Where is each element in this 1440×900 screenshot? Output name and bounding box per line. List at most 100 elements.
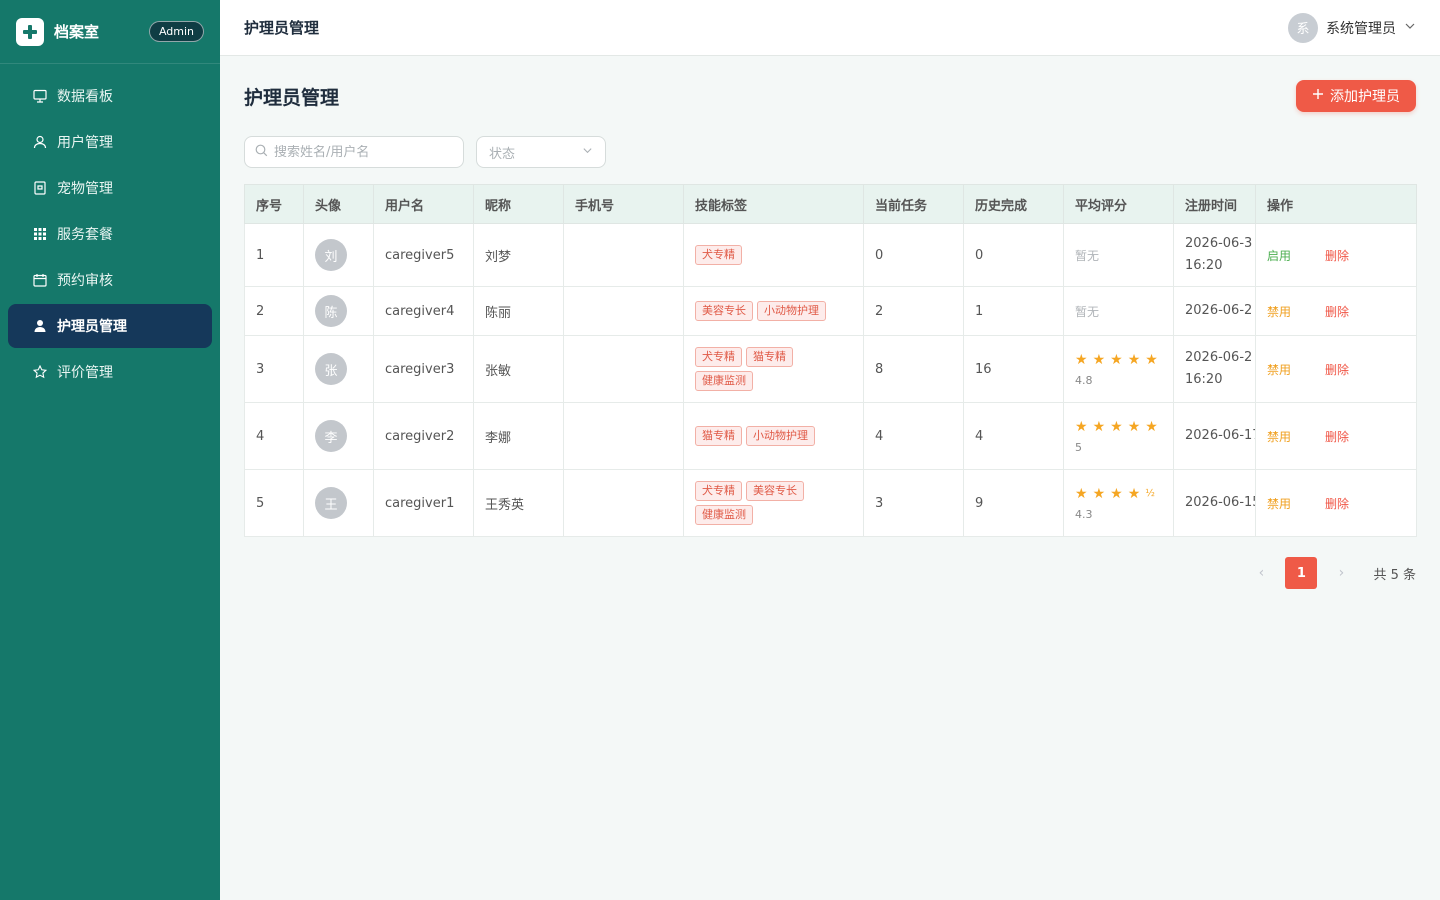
disable-button[interactable]: 禁用 xyxy=(1267,305,1291,319)
delete-button[interactable]: 删除 xyxy=(1325,430,1349,444)
sidebar-item-label: 评价管理 xyxy=(57,365,113,381)
add-caregiver-button[interactable]: 添加护理员 xyxy=(1296,80,1416,112)
brand-name: 档案室 xyxy=(54,23,100,41)
star-icon: ★ xyxy=(1127,351,1141,368)
column-header: 历史完成 xyxy=(963,184,1064,224)
avatar-cell: 张 xyxy=(303,335,374,403)
row-index: 5 xyxy=(244,469,304,537)
avatar-cell: 刘 xyxy=(303,223,374,287)
plus-icon xyxy=(1312,88,1324,104)
register-time: 16:20 xyxy=(1185,258,1223,273)
rating-cell: 暂无 xyxy=(1063,286,1174,336)
completed-cell: 1 xyxy=(963,286,1064,336)
sidebar-item-caregivers[interactable]: 护理员管理 xyxy=(8,304,212,348)
sidebar-item-packages[interactable]: 服务套餐 xyxy=(8,212,212,256)
rating-stars: ★ ★ ★ ★ ★ xyxy=(1075,352,1162,368)
skill-tag: 猫专精 xyxy=(746,347,793,367)
filter-bar: 状态 xyxy=(244,136,1416,168)
nickname-cell: 张敏 xyxy=(473,335,564,403)
sidebar: 档案室 Admin 数据看板 用户管理 宠物管理 服务套餐 预约审核 护理员管理 xyxy=(0,0,220,900)
actions-cell: 启用 删除 xyxy=(1255,223,1417,287)
skill-tags-cell: 美容专长 小动物护理 xyxy=(683,286,864,336)
calendar-icon xyxy=(32,272,48,288)
phone-cell xyxy=(563,402,684,470)
star-icon: ★ xyxy=(1092,351,1106,368)
username-cell: caregiver2 xyxy=(373,402,474,470)
sidebar-item-label: 服务套餐 xyxy=(57,227,113,243)
avatar: 李 xyxy=(315,420,347,452)
star-icon: ★ xyxy=(1110,485,1123,502)
sidebar-item-dashboard[interactable]: 数据看板 xyxy=(8,74,212,118)
status-select[interactable]: 状态 xyxy=(476,136,606,168)
rating-score: 4.8 xyxy=(1075,373,1093,387)
next-page-button[interactable]: › xyxy=(1325,557,1357,589)
rating-score: 4.3 xyxy=(1075,507,1093,521)
avatar-cell: 王 xyxy=(303,469,374,537)
sidebar-item-label: 宠物管理 xyxy=(57,181,113,197)
current-tasks-cell: 3 xyxy=(863,469,964,537)
column-header: 技能标签 xyxy=(683,184,864,224)
phone-cell xyxy=(563,469,684,537)
dashboard-icon xyxy=(32,88,48,104)
actions-cell: 禁用 删除 xyxy=(1255,286,1417,336)
nickname-cell: 李娜 xyxy=(473,402,564,470)
table-header-row: 序号 头像 用户名 昵称 手机号 技能标签 当前任务 历史完成 平均评分 注册时… xyxy=(244,184,1417,224)
current-tasks-cell: 8 xyxy=(863,335,964,403)
brand: 档案室 Admin xyxy=(0,0,220,64)
avatar: 陈 xyxy=(315,295,347,327)
sidebar-item-label: 数据看板 xyxy=(57,89,113,105)
star-icon: ★ xyxy=(1127,418,1141,435)
star-icon xyxy=(32,364,48,380)
current-tasks-cell: 2 xyxy=(863,286,964,336)
chevron-down-icon xyxy=(582,145,593,160)
column-header: 手机号 xyxy=(563,184,684,224)
person-icon xyxy=(32,318,48,334)
user-menu[interactable]: 系 系统管理员 xyxy=(1288,12,1416,43)
search-input[interactable] xyxy=(274,144,444,160)
nickname-cell: 王秀英 xyxy=(473,469,564,537)
chevron-right-icon: › xyxy=(1338,565,1345,581)
star-icon: ★ xyxy=(1110,418,1123,435)
sidebar-item-users[interactable]: 用户管理 xyxy=(8,120,212,164)
admin-badge: Admin xyxy=(148,21,204,42)
sidebar-item-appointments[interactable]: 预约审核 xyxy=(8,258,212,302)
sidebar-item-pets[interactable]: 宠物管理 xyxy=(8,166,212,210)
actions-cell: 禁用 删除 xyxy=(1255,402,1417,470)
phone-cell xyxy=(563,223,684,287)
rating-cell: 暂无 xyxy=(1063,223,1174,287)
username-cell: caregiver5 xyxy=(373,223,474,287)
delete-button[interactable]: 删除 xyxy=(1325,249,1349,263)
page-number[interactable]: 1 xyxy=(1285,557,1318,589)
skill-tag: 小动物护理 xyxy=(757,301,826,321)
medical-cross-logo-icon xyxy=(16,17,44,46)
delete-button[interactable]: 删除 xyxy=(1325,497,1349,511)
column-header: 头像 xyxy=(303,184,374,224)
username-cell: caregiver4 xyxy=(373,286,474,336)
disable-button[interactable]: 禁用 xyxy=(1267,430,1291,444)
current-tasks-cell: 0 xyxy=(863,223,964,287)
sidebar-item-reviews[interactable]: 评价管理 xyxy=(8,350,212,394)
completed-cell: 0 xyxy=(963,223,1064,287)
avatar: 张 xyxy=(315,353,347,385)
delete-button[interactable]: 删除 xyxy=(1325,305,1349,319)
sidebar-item-label: 预约审核 xyxy=(57,273,113,289)
register-time-cell: 2026-06-3 16:20 xyxy=(1173,223,1256,287)
register-time-cell: 2026-06-2 xyxy=(1173,286,1256,336)
skill-tags-cell: 犬专精 xyxy=(683,223,864,287)
username-cell: caregiver1 xyxy=(373,469,474,537)
row-index: 3 xyxy=(244,335,304,403)
table-row: 5 王 caregiver1 王秀英 犬专精 美容专长健康监测 3 9 ★ ★ ★ ★ ½ 4.3 2026… xyxy=(244,469,1417,537)
disable-button[interactable]: 禁用 xyxy=(1267,363,1291,377)
caregiver-table: 序号 头像 用户名 昵称 手机号 技能标签 当前任务 历史完成 平均评分 注册时… xyxy=(244,184,1417,537)
column-header: 序号 xyxy=(244,184,304,224)
delete-button[interactable]: 删除 xyxy=(1325,363,1349,377)
enable-button[interactable]: 启用 xyxy=(1267,249,1291,263)
register-date: 2026-06-2 xyxy=(1185,350,1253,365)
table-body: 1 刘 caregiver5 刘梦 犬专精 0 0 暂无 2026-06-3 16:20 启用 删除 2… xyxy=(244,223,1417,537)
column-header: 当前任务 xyxy=(863,184,964,224)
prev-page-button[interactable]: ‹ xyxy=(1245,557,1277,589)
actions-cell: 禁用 删除 xyxy=(1255,335,1417,403)
rating-cell: ★ ★ ★ ★ ★ 4.8 xyxy=(1063,335,1174,403)
star-icon: ★ xyxy=(1075,351,1088,368)
disable-button[interactable]: 禁用 xyxy=(1267,497,1291,511)
